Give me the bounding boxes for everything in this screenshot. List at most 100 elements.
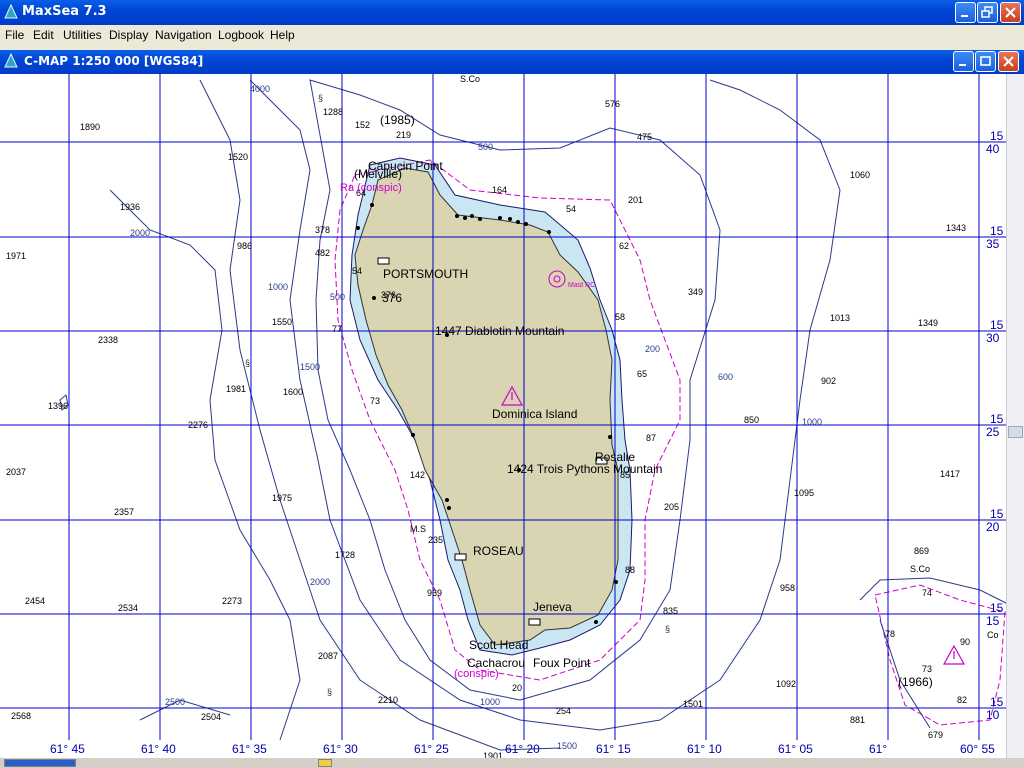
sounding: 2276 [188, 420, 208, 430]
lon-label: 61° 35 [232, 742, 267, 756]
sounding: 1013 [830, 313, 850, 323]
sounding: 62 [619, 241, 629, 251]
close-icon [1005, 7, 1016, 18]
menu-file[interactable]: File [5, 28, 24, 42]
menu-edit[interactable]: Edit [33, 28, 54, 42]
lat-minute: 20 [986, 520, 1000, 534]
contour-label: 4000 [250, 84, 270, 94]
sounding: 1936 [120, 202, 140, 212]
sounding: 254 [556, 706, 571, 716]
chart-close-button[interactable] [998, 51, 1019, 72]
sounding: 378 [315, 225, 330, 235]
chart-scrollbar[interactable] [1006, 74, 1024, 758]
sounding: 2210 [378, 695, 398, 705]
contour-label: 1500 [300, 362, 320, 372]
sounding: 1501 [683, 699, 703, 709]
sounding: 576 [605, 99, 620, 109]
sounding: 2087 [318, 651, 338, 661]
sounding: 1975 [272, 493, 292, 503]
lon-label: 61° [869, 742, 887, 756]
svg-text:§: § [245, 358, 250, 368]
sounding: 1981 [226, 384, 246, 394]
sounding: 1728 [335, 550, 355, 560]
restore-button[interactable] [977, 2, 998, 23]
svg-text:§: § [327, 687, 332, 697]
menu-utilities[interactable]: Utilities [63, 28, 102, 42]
lon-label: 61° 10 [687, 742, 722, 756]
sounding: 482 [315, 248, 330, 258]
sounding: 82 [957, 695, 967, 705]
sounding: 65 [637, 369, 647, 379]
sounding: 835 [663, 606, 678, 616]
sco-label: S.Co [910, 564, 930, 574]
contour-label: 200 [645, 344, 660, 354]
close-button[interactable] [1000, 2, 1021, 23]
contour-label: 2500 [165, 697, 185, 707]
sounding: 1095 [794, 488, 814, 498]
sounding: 850 [744, 415, 759, 425]
lon-label: 60° 55 [960, 742, 995, 756]
scott-head-label: Scott Head [469, 638, 528, 652]
scrollbar-thumb[interactable] [1008, 426, 1023, 438]
mark-376-label: 376 [382, 291, 402, 305]
chart-window-title: C-MAP 1:250 000 [WGS84] [24, 54, 204, 68]
sounding: 2037 [6, 467, 26, 477]
sounding: 1520 [228, 152, 248, 162]
conspic-label: (conspic) [454, 668, 499, 680]
chart-window-icon [4, 53, 18, 68]
menu-help[interactable]: Help [270, 28, 295, 42]
sounding: 54 [566, 204, 576, 214]
year-1985-label: (1985) [380, 113, 415, 127]
town-marker [377, 257, 390, 265]
contour-label: 1500 [557, 741, 577, 751]
contour-label: 2000 [130, 228, 150, 238]
restore-icon [981, 6, 993, 18]
sounding: 201 [628, 195, 643, 205]
ra-conspic-label: Ra (conspic) [340, 182, 402, 194]
sounding: 74 [922, 588, 932, 598]
minimize-button[interactable] [955, 2, 976, 23]
app-title: MaxSea 7.3 [22, 4, 107, 19]
sounding: 2534 [118, 603, 138, 613]
sounding: 475 [637, 132, 652, 142]
sounding: 2454 [25, 596, 45, 606]
chart-canvas[interactable]: 61° 45 61° 40 61° 35 61° 30 61° 25 61° 2… [0, 74, 1024, 768]
longitude-labels: 61° 45 61° 40 61° 35 61° 30 61° 25 61° 2… [50, 742, 995, 756]
trois-pitons-label: 1424 Trois Pythons Mountain [507, 462, 662, 476]
svg-text:§: § [665, 624, 670, 634]
chart-window-title-bar: C-MAP 1:250 000 [WGS84] [0, 50, 1024, 74]
sounding: 205 [664, 502, 679, 512]
contour-label: 500 [478, 142, 493, 152]
lon-label: 61° 30 [323, 742, 358, 756]
year-1966-label: (1966) [898, 675, 933, 689]
sounding: 78 [885, 629, 895, 639]
lat-minute: 25 [986, 425, 1000, 439]
chart-minimize-button[interactable] [953, 51, 974, 72]
lat-degree: 15 [990, 129, 1004, 143]
portsmouth-label: PORTSMOUTH [383, 267, 468, 281]
sounding: 2357 [114, 507, 134, 517]
sounding: 2273 [222, 596, 242, 606]
menu-display[interactable]: Display [109, 28, 148, 42]
lat-degree: 15 [990, 318, 1004, 332]
sounding: 1600 [283, 387, 303, 397]
lat-minute: 35 [986, 237, 1000, 251]
sco-label: S.Co [460, 74, 480, 84]
nautical-chart[interactable]: 61° 45 61° 40 61° 35 61° 30 61° 25 61° 2… [0, 74, 1024, 768]
sounding: 1396 [48, 401, 68, 411]
lon-label: 61° 15 [596, 742, 631, 756]
sounding: 1971 [6, 251, 26, 261]
southeast-restricted-area [874, 584, 1006, 726]
jeneva-label: Jeneva [533, 600, 572, 614]
menu-logbook[interactable]: Logbook [218, 28, 264, 42]
menu-navigation[interactable]: Navigation [155, 28, 212, 42]
lat-minute: 10 [986, 708, 1000, 722]
sounding: 90 [960, 637, 970, 647]
status-segment [318, 759, 332, 767]
maximize-icon [980, 56, 991, 66]
sounding: 986 [237, 241, 252, 251]
diablotin-label: 1447 Diablotin Mountain [435, 324, 564, 338]
sounding: 2338 [98, 335, 118, 345]
chart-maximize-button[interactable] [975, 51, 996, 72]
sounding: 164 [492, 185, 507, 195]
